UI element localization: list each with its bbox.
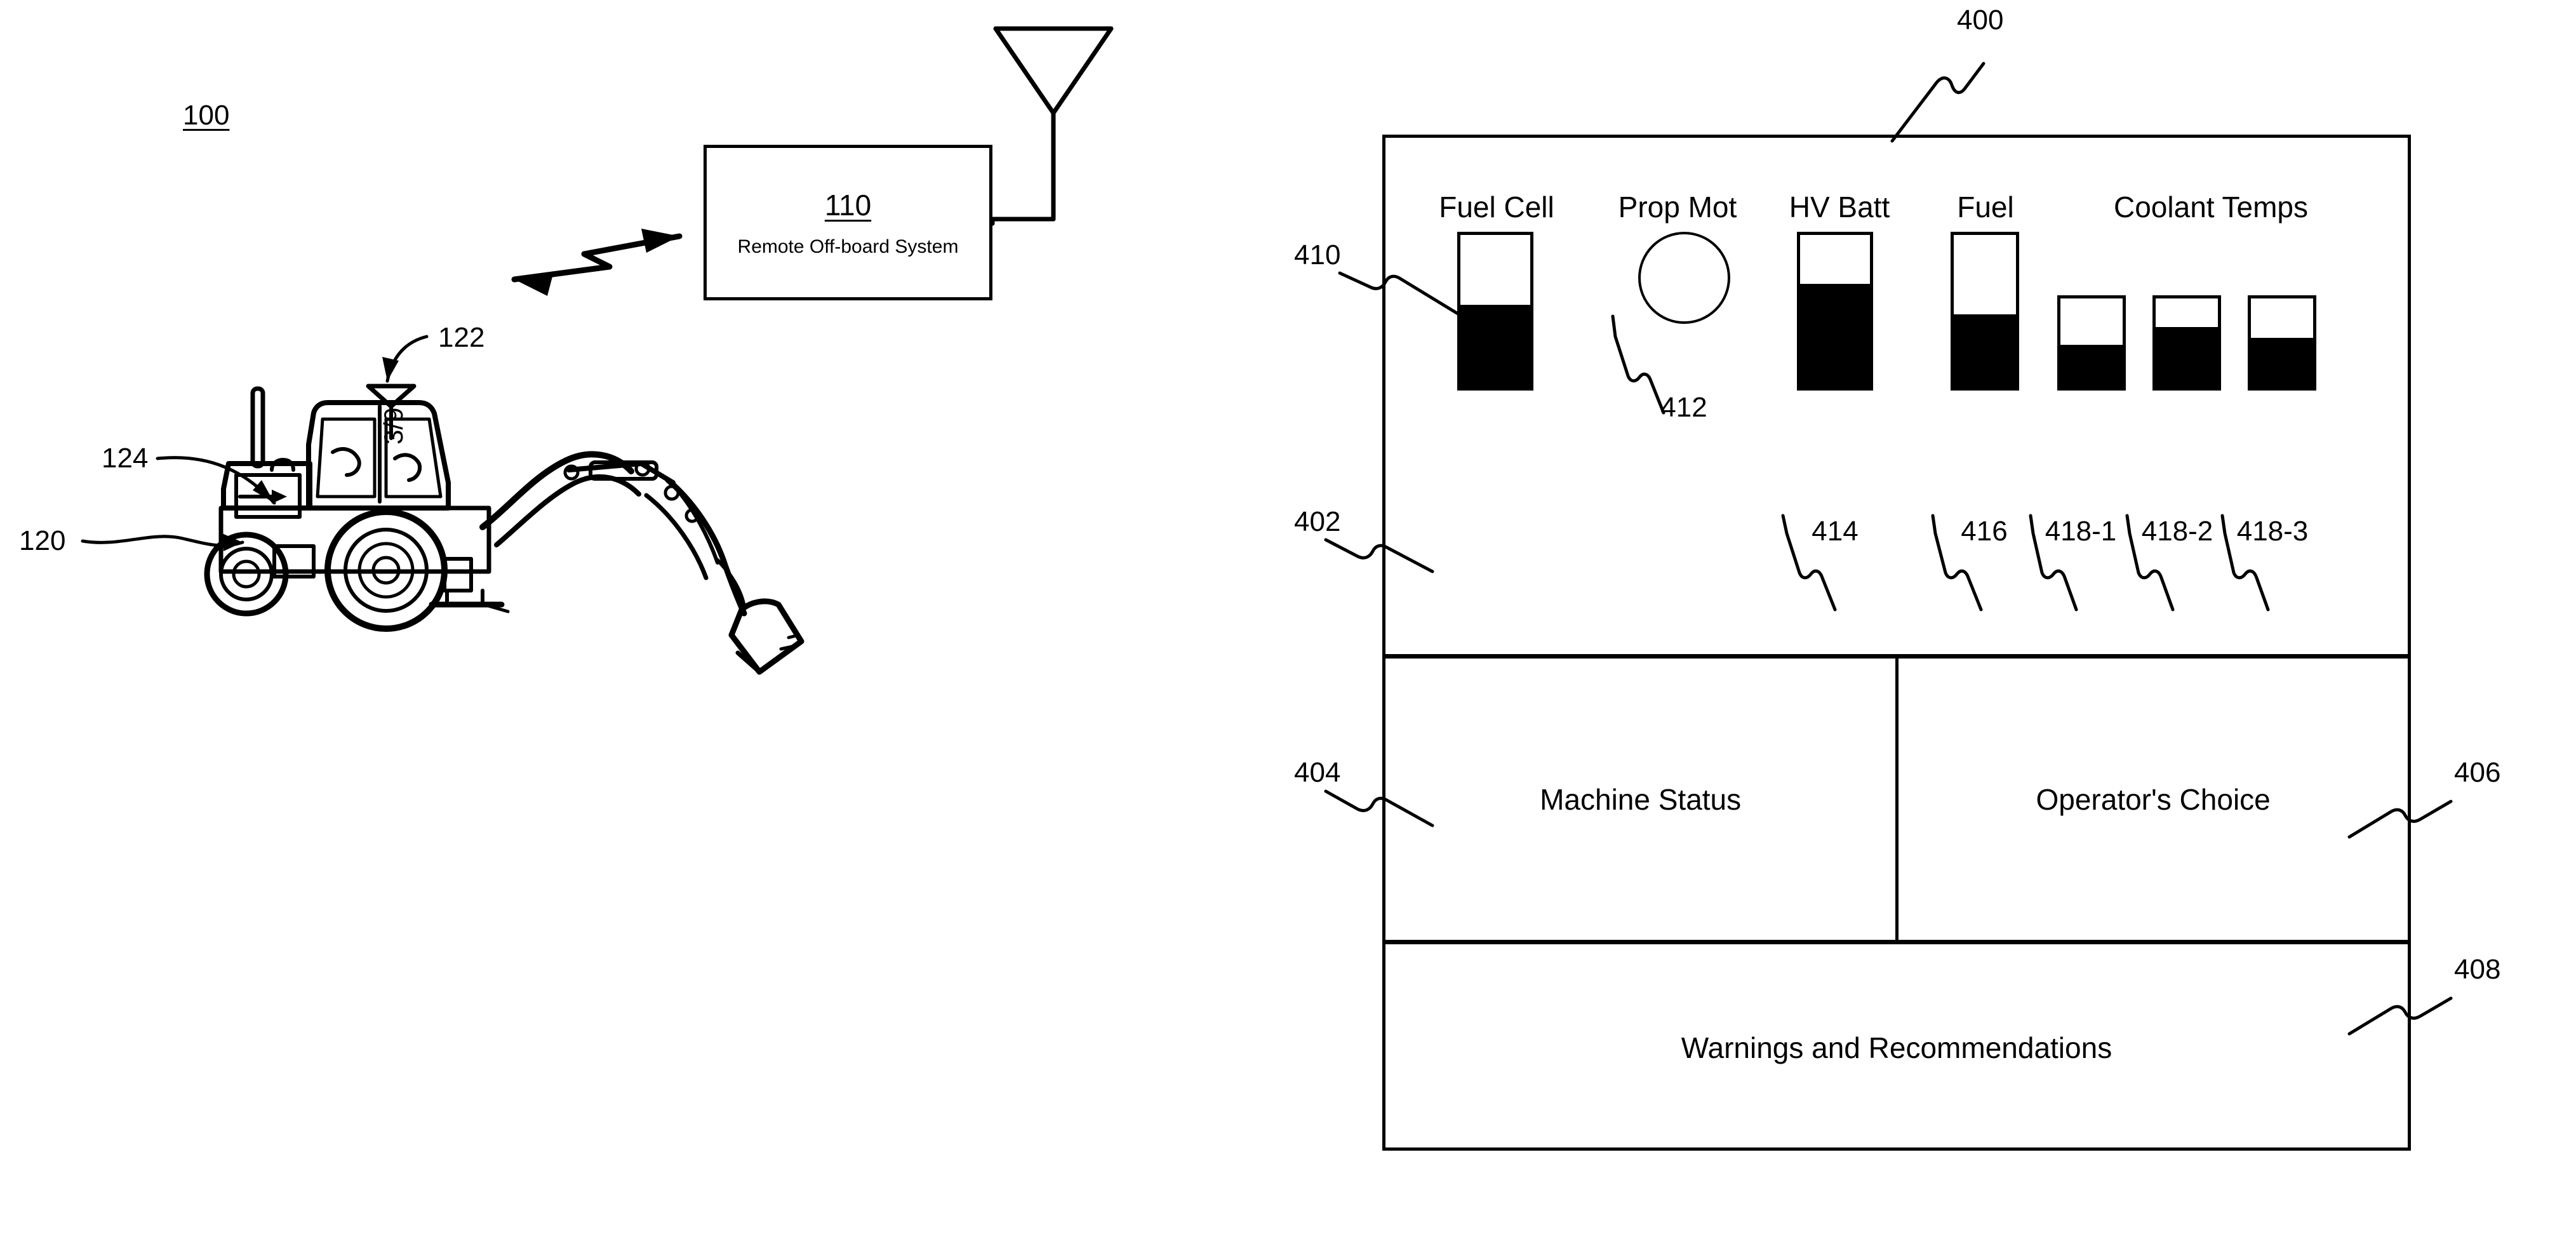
gauge-title-prop-mot: Prop Mot — [1618, 191, 1737, 224]
remote-offboard-system-box: 110 Remote Off-board System — [704, 145, 992, 300]
ref-404-status-region: 404 — [1294, 757, 1341, 788]
machine-status-panel[interactable]: Machine Status — [1385, 659, 1899, 940]
backhoe-loader-machine — [204, 384, 804, 675]
gauge-fuel — [1951, 232, 2019, 391]
mid-region: Machine Status Operator's Choice — [1385, 659, 2408, 944]
gauge-fill-coolant-temp-3 — [2251, 337, 2313, 387]
gauge-coolant-temp-2 — [2152, 295, 2221, 391]
ref-400-display: 400 — [1957, 4, 2004, 36]
ref-412-prop-mot: 412 — [1660, 392, 1707, 423]
gauge-fill-hv-batt — [1800, 283, 1870, 387]
ref-408-warnings-region: 408 — [2454, 954, 2501, 985]
ref-100-system: 100 — [183, 100, 230, 131]
sheet-number: 3/9 — [378, 407, 408, 445]
ref-418-3-coolant: 418-3 — [2236, 516, 2309, 547]
operator-display-panel: Fuel Cell Prop Mot HV Batt Fuel Coolant … — [1382, 135, 2411, 1151]
ref-414-hv-batt: 414 — [1812, 516, 1859, 547]
operators-choice-label: Operator's Choice — [2036, 782, 2271, 816]
gauge-fill-coolant-temp-1 — [2060, 344, 2123, 387]
gauge-fill-coolant-temp-2 — [2156, 326, 2218, 387]
operators-choice-panel[interactable]: Operator's Choice — [1899, 659, 2408, 940]
ref-110-label: 110 — [824, 188, 872, 222]
warnings-label: Warnings and Recommendations — [1681, 1031, 2112, 1064]
gauge-coolant-temp-3 — [2248, 295, 2316, 391]
patent-figure-page: 100 110 Remote Off-board System 122 124 … — [0, 0, 2576, 1251]
ref-124-cab: 124 — [102, 443, 149, 474]
ref-402-gauge-region: 402 — [1294, 506, 1341, 537]
gauge-fill-fuel-cell — [1460, 305, 1530, 387]
gauge-title-fuel: Fuel — [1957, 191, 2014, 224]
antenna-tower-icon — [990, 26, 1114, 226]
gauge-title-hv-batt: HV Batt — [1789, 191, 1890, 224]
gauge-title-fuel-cell: Fuel Cell — [1439, 191, 1554, 224]
ref-120-machine: 120 — [19, 525, 66, 556]
machine-status-label: Machine Status — [1540, 782, 1742, 816]
ref-410-gauge-group: 410 — [1294, 239, 1341, 271]
gauge-coolant-temp-1 — [2057, 295, 2126, 391]
gauge-fill-fuel — [1954, 314, 2016, 387]
wireless-link-arrow — [511, 229, 683, 296]
gauge-region: Fuel Cell Prop Mot HV Batt Fuel Coolant … — [1385, 138, 2408, 659]
gauge-hv-batt — [1797, 232, 1873, 391]
remote-offboard-system-label: Remote Off-board System — [737, 236, 959, 257]
gauge-prop-mot-circle — [1638, 232, 1730, 324]
gauge-fuel-cell — [1457, 232, 1533, 391]
ref-406-choice-region: 406 — [2454, 757, 2501, 788]
warnings-panel[interactable]: Warnings and Recommendations — [1385, 944, 2408, 1151]
ref-122-antenna: 122 — [438, 322, 485, 353]
gauge-title-coolant-temps: Coolant Temps — [2114, 191, 2308, 224]
